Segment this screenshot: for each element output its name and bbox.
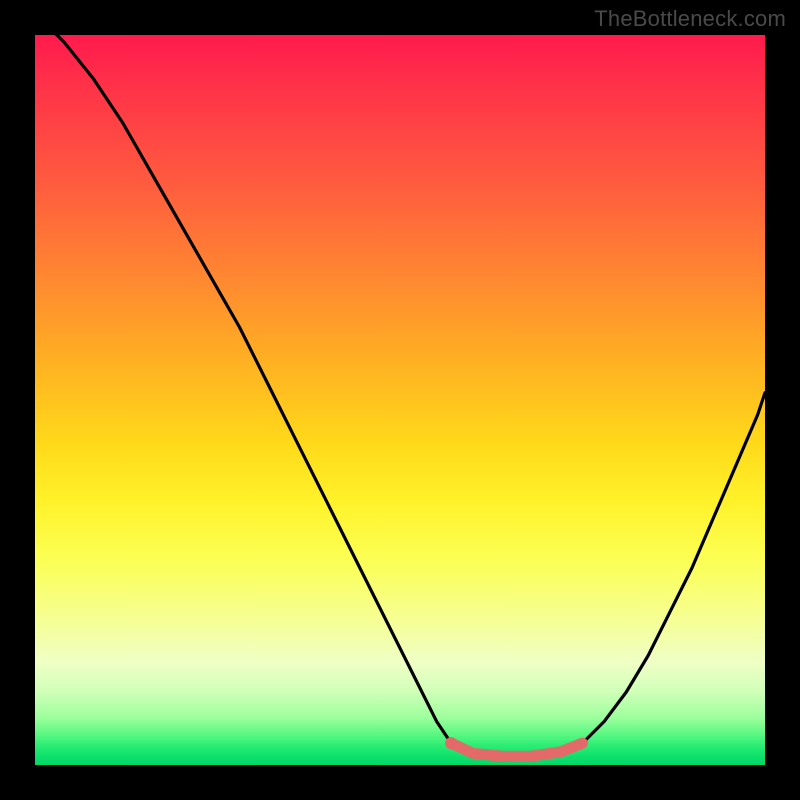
series-left-branch	[35, 35, 451, 743]
plot-area	[35, 35, 765, 765]
curve-svg	[35, 35, 765, 765]
series-right-branch	[583, 393, 766, 743]
series-highlight-bottom	[451, 743, 582, 756]
watermark-text: TheBottleneck.com	[594, 6, 786, 32]
highlight-marker	[445, 737, 457, 749]
chart-frame: TheBottleneck.com	[0, 0, 800, 800]
